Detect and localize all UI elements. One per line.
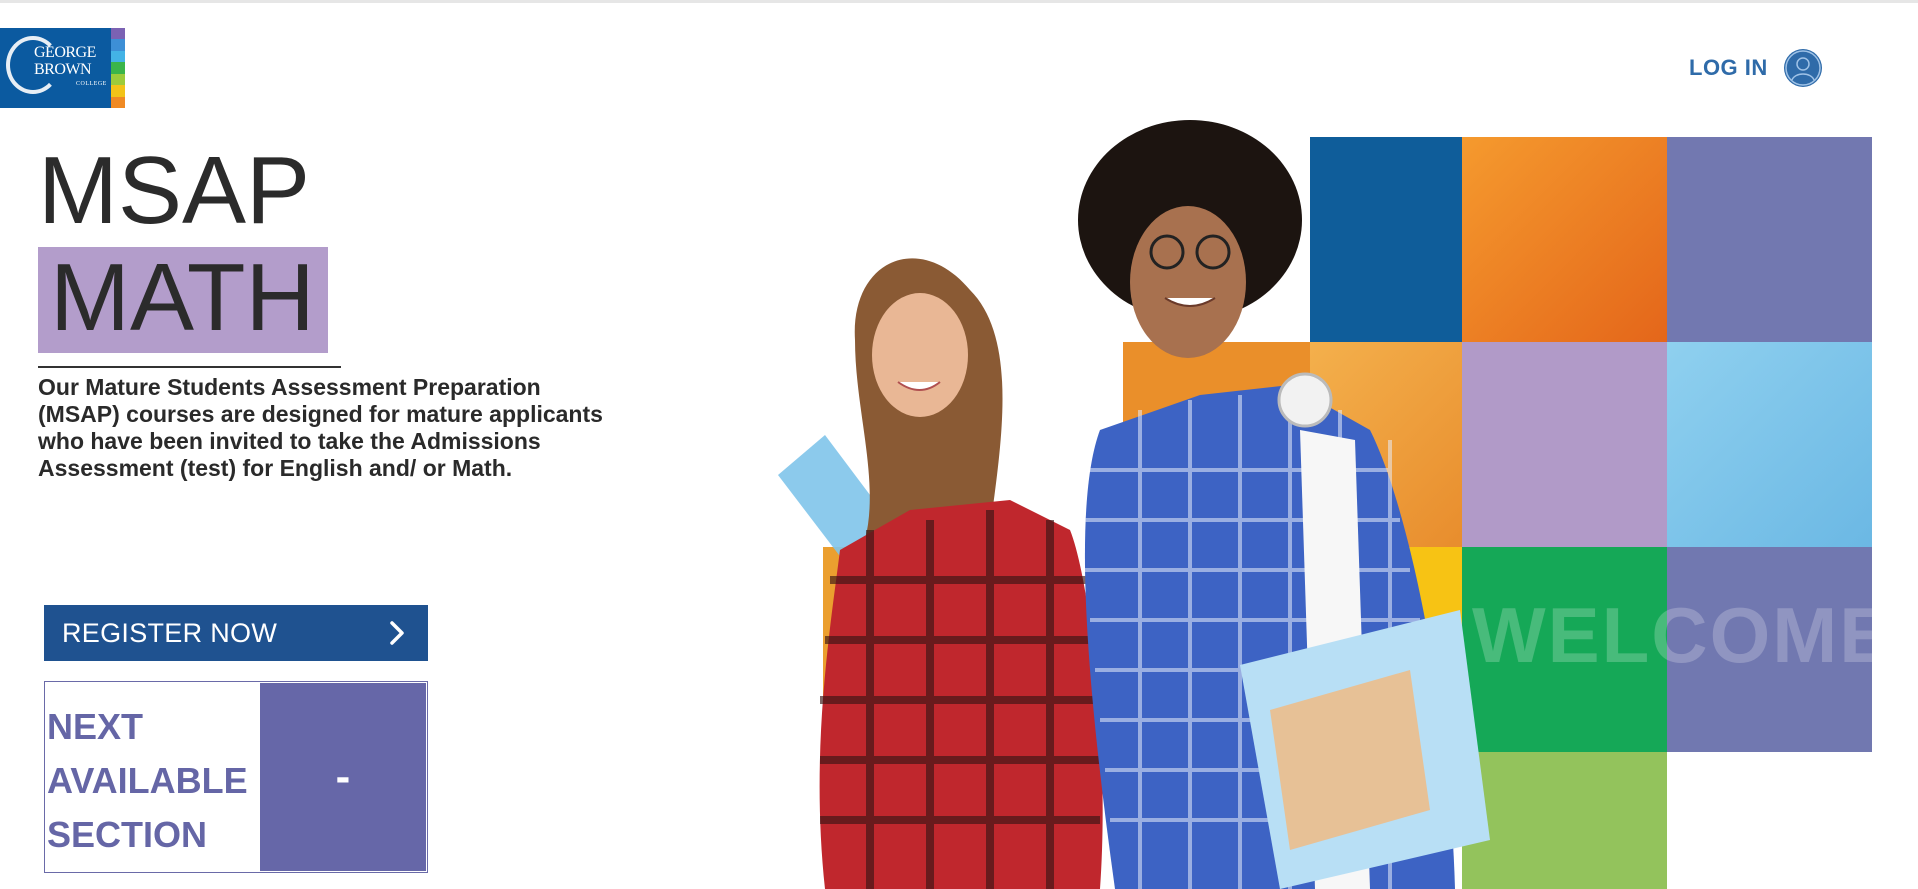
logo-stripe: [111, 39, 125, 51]
next-section-label-line: AVAILABLE: [47, 760, 248, 801]
collage-tile: [1667, 137, 1872, 342]
logo-stripe: [111, 28, 125, 40]
intro-description: Our Mature Students Assessment Preparati…: [38, 374, 603, 481]
register-now-label: REGISTER NOW: [62, 617, 278, 648]
logo-color-stripes: [111, 28, 125, 108]
next-section-label: NEXT AVAILABLE SECTION: [47, 700, 257, 862]
logo-stripe: [111, 62, 125, 74]
collage-tile: [1462, 342, 1667, 547]
chevron-right-icon: [389, 621, 405, 650]
next-available-section: NEXT AVAILABLE SECTION -: [44, 681, 428, 873]
next-section-value-box: -: [260, 683, 426, 871]
collage-tile-photo: [1462, 137, 1667, 342]
register-now-button[interactable]: REGISTER NOW: [44, 605, 428, 661]
top-border: [0, 0, 1918, 3]
logo-stripe: [111, 50, 125, 63]
page-title-math: MATH: [50, 244, 315, 351]
collage-tile: [1462, 752, 1667, 889]
login-link[interactable]: LOG IN: [1689, 49, 1822, 87]
logo-stripe: [111, 85, 125, 97]
title-divider: [38, 366, 341, 368]
logo-stripe: [111, 96, 125, 108]
user-circle-icon[interactable]: [1783, 49, 1822, 87]
collage-tile-photo: [1667, 342, 1872, 547]
george-brown-logo[interactable]: GEORGE BROWN COLLEGE: [0, 28, 125, 108]
welcome-watermark: WELCOME: [1472, 591, 1894, 679]
page-title-msap: MSAP: [38, 137, 311, 244]
next-section-value: -: [335, 752, 351, 801]
logo-text-brown: BROWN: [34, 61, 92, 78]
logo-stripe: [111, 73, 125, 86]
next-section-label-line: SECTION: [47, 814, 208, 855]
login-label: LOG IN: [1689, 55, 1768, 80]
next-section-label-line: NEXT: [47, 706, 144, 747]
logo-text-george: GEORGE: [34, 44, 96, 61]
logo-text-college: COLLEGE: [76, 81, 107, 87]
students-photo: [770, 110, 1490, 889]
